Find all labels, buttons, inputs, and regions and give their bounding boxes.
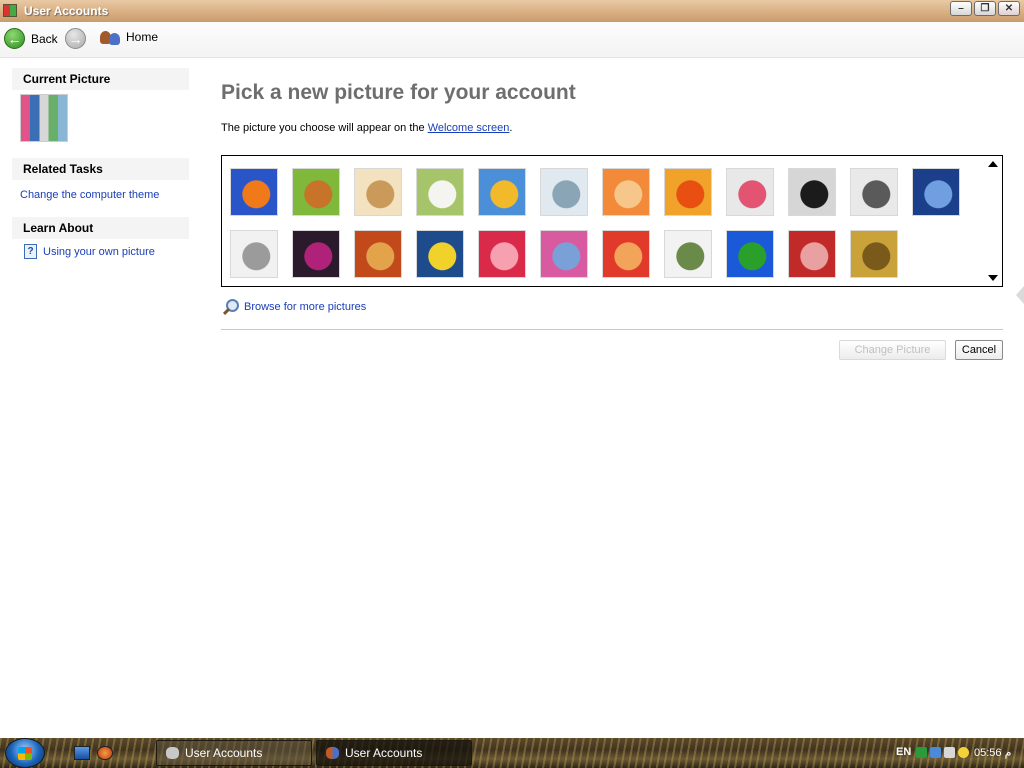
welcome-screen-link[interactable]: Welcome screen [428,122,510,134]
picture-tile-spinning-top[interactable] [540,168,588,216]
forward-button[interactable]: → [65,28,86,49]
taskbar: User Accounts User Accounts EN 05:56 م [0,738,1024,768]
close-button[interactable]: ✕ [998,1,1020,16]
picture-tile-marbles[interactable] [664,230,712,278]
subtitle-suffix: . [509,122,513,134]
subtitle-text: The picture you choose will appear on th… [221,122,428,134]
taskbar-button-user-accounts-1[interactable]: User Accounts [156,740,312,766]
learn-about-header: Learn About [12,217,189,239]
picture-tile-jacks[interactable] [850,168,898,216]
browse-label[interactable]: Browse for more pictures [244,301,366,313]
browse-pictures-link[interactable]: Browse for more pictures [221,298,366,316]
picture-tile-guitar[interactable] [354,168,402,216]
using-own-picture-link[interactable]: Using your own picture [43,245,155,259]
network-icon[interactable] [930,747,941,758]
task-pane: Current Picture Related Tasks Change the… [12,68,189,259]
picture-tile-pattern[interactable] [788,230,836,278]
user-accounts-icon [326,747,339,759]
picture-grid [221,155,1003,287]
picture-tile-ball[interactable] [292,230,340,278]
picture-tile-record-player[interactable] [788,168,836,216]
page-title: Pick a new picture for your account [221,81,576,104]
back-label: Back [31,31,58,46]
picture-tile-fabric[interactable] [354,230,402,278]
back-arrow-icon: ← [4,28,25,49]
language-indicator[interactable]: EN [896,746,911,758]
picture-tile-robot[interactable] [230,230,278,278]
taskbar-button-user-accounts-2[interactable]: User Accounts [316,740,472,766]
cancel-button[interactable]: Cancel [955,340,1003,360]
current-picture-header: Current Picture [12,68,189,90]
notification-icon[interactable] [958,747,969,758]
picture-tile-lighthouse[interactable] [912,168,960,216]
volume-icon[interactable] [944,747,955,758]
show-desktop-icon[interactable] [74,746,90,760]
picture-tile-dog[interactable] [292,168,340,216]
home-users-icon [99,28,121,46]
magnifier-icon [221,298,239,316]
picture-tile-orange-flower[interactable] [664,168,712,216]
forward-arrow-icon: → [65,28,86,49]
picture-tile-gold-wheel[interactable] [850,230,898,278]
system-tray: EN 05:56 م [894,738,1024,768]
change-picture-button[interactable]: Change Picture [839,340,946,360]
task-label: User Accounts [185,746,263,760]
scroll-down-icon[interactable] [988,275,998,281]
title-bar: User Accounts – ❐ ✕ [0,0,1024,22]
restore-button[interactable]: ❐ [974,1,996,16]
change-theme-link[interactable]: Change the computer theme [12,188,189,202]
navigation-bar: ← Back → Home [0,22,1024,58]
current-picture-thumbnail [20,94,68,142]
vertical-scrollbar[interactable] [985,156,1002,286]
related-tasks-header: Related Tasks [12,158,189,180]
start-button[interactable] [5,738,45,768]
task-label: User Accounts [345,746,423,760]
help-topic-icon: ? [24,244,37,259]
picture-tile-scarves[interactable] [540,230,588,278]
home-button[interactable]: Home [99,28,158,46]
picture-tile-pink-flower[interactable] [726,168,774,216]
browser-icon[interactable] [97,746,113,760]
app-window-icon [166,747,179,759]
user-accounts-icon [3,4,17,17]
picture-tile-stripes[interactable] [602,230,650,278]
picture-tile-fish[interactable] [230,168,278,216]
picture-tile-window[interactable] [726,230,774,278]
home-label: Home [126,30,159,44]
picture-tile-sunflower[interactable] [478,168,526,216]
security-shield-icon[interactable] [916,747,927,758]
picture-tile-starfish[interactable] [602,168,650,216]
back-button[interactable]: ← Back [4,28,58,49]
scroll-up-icon[interactable] [988,161,998,167]
clock[interactable]: 05:56 م [974,746,1011,759]
picture-tile-lucky-cat[interactable] [416,168,464,216]
page-subtitle: The picture you choose will appear on th… [221,122,512,134]
side-scroll-arrow-icon [1016,286,1024,304]
minimize-button[interactable]: – [950,1,972,16]
window-controls: – ❐ ✕ [948,1,1020,16]
divider [221,329,1003,330]
using-own-picture-item[interactable]: ? Using your own picture [12,244,189,259]
picture-tile-pink-starburst[interactable] [478,230,526,278]
taskbar-background [0,738,1024,768]
window-title: User Accounts [24,4,109,18]
picture-tile-leaf[interactable] [416,230,464,278]
